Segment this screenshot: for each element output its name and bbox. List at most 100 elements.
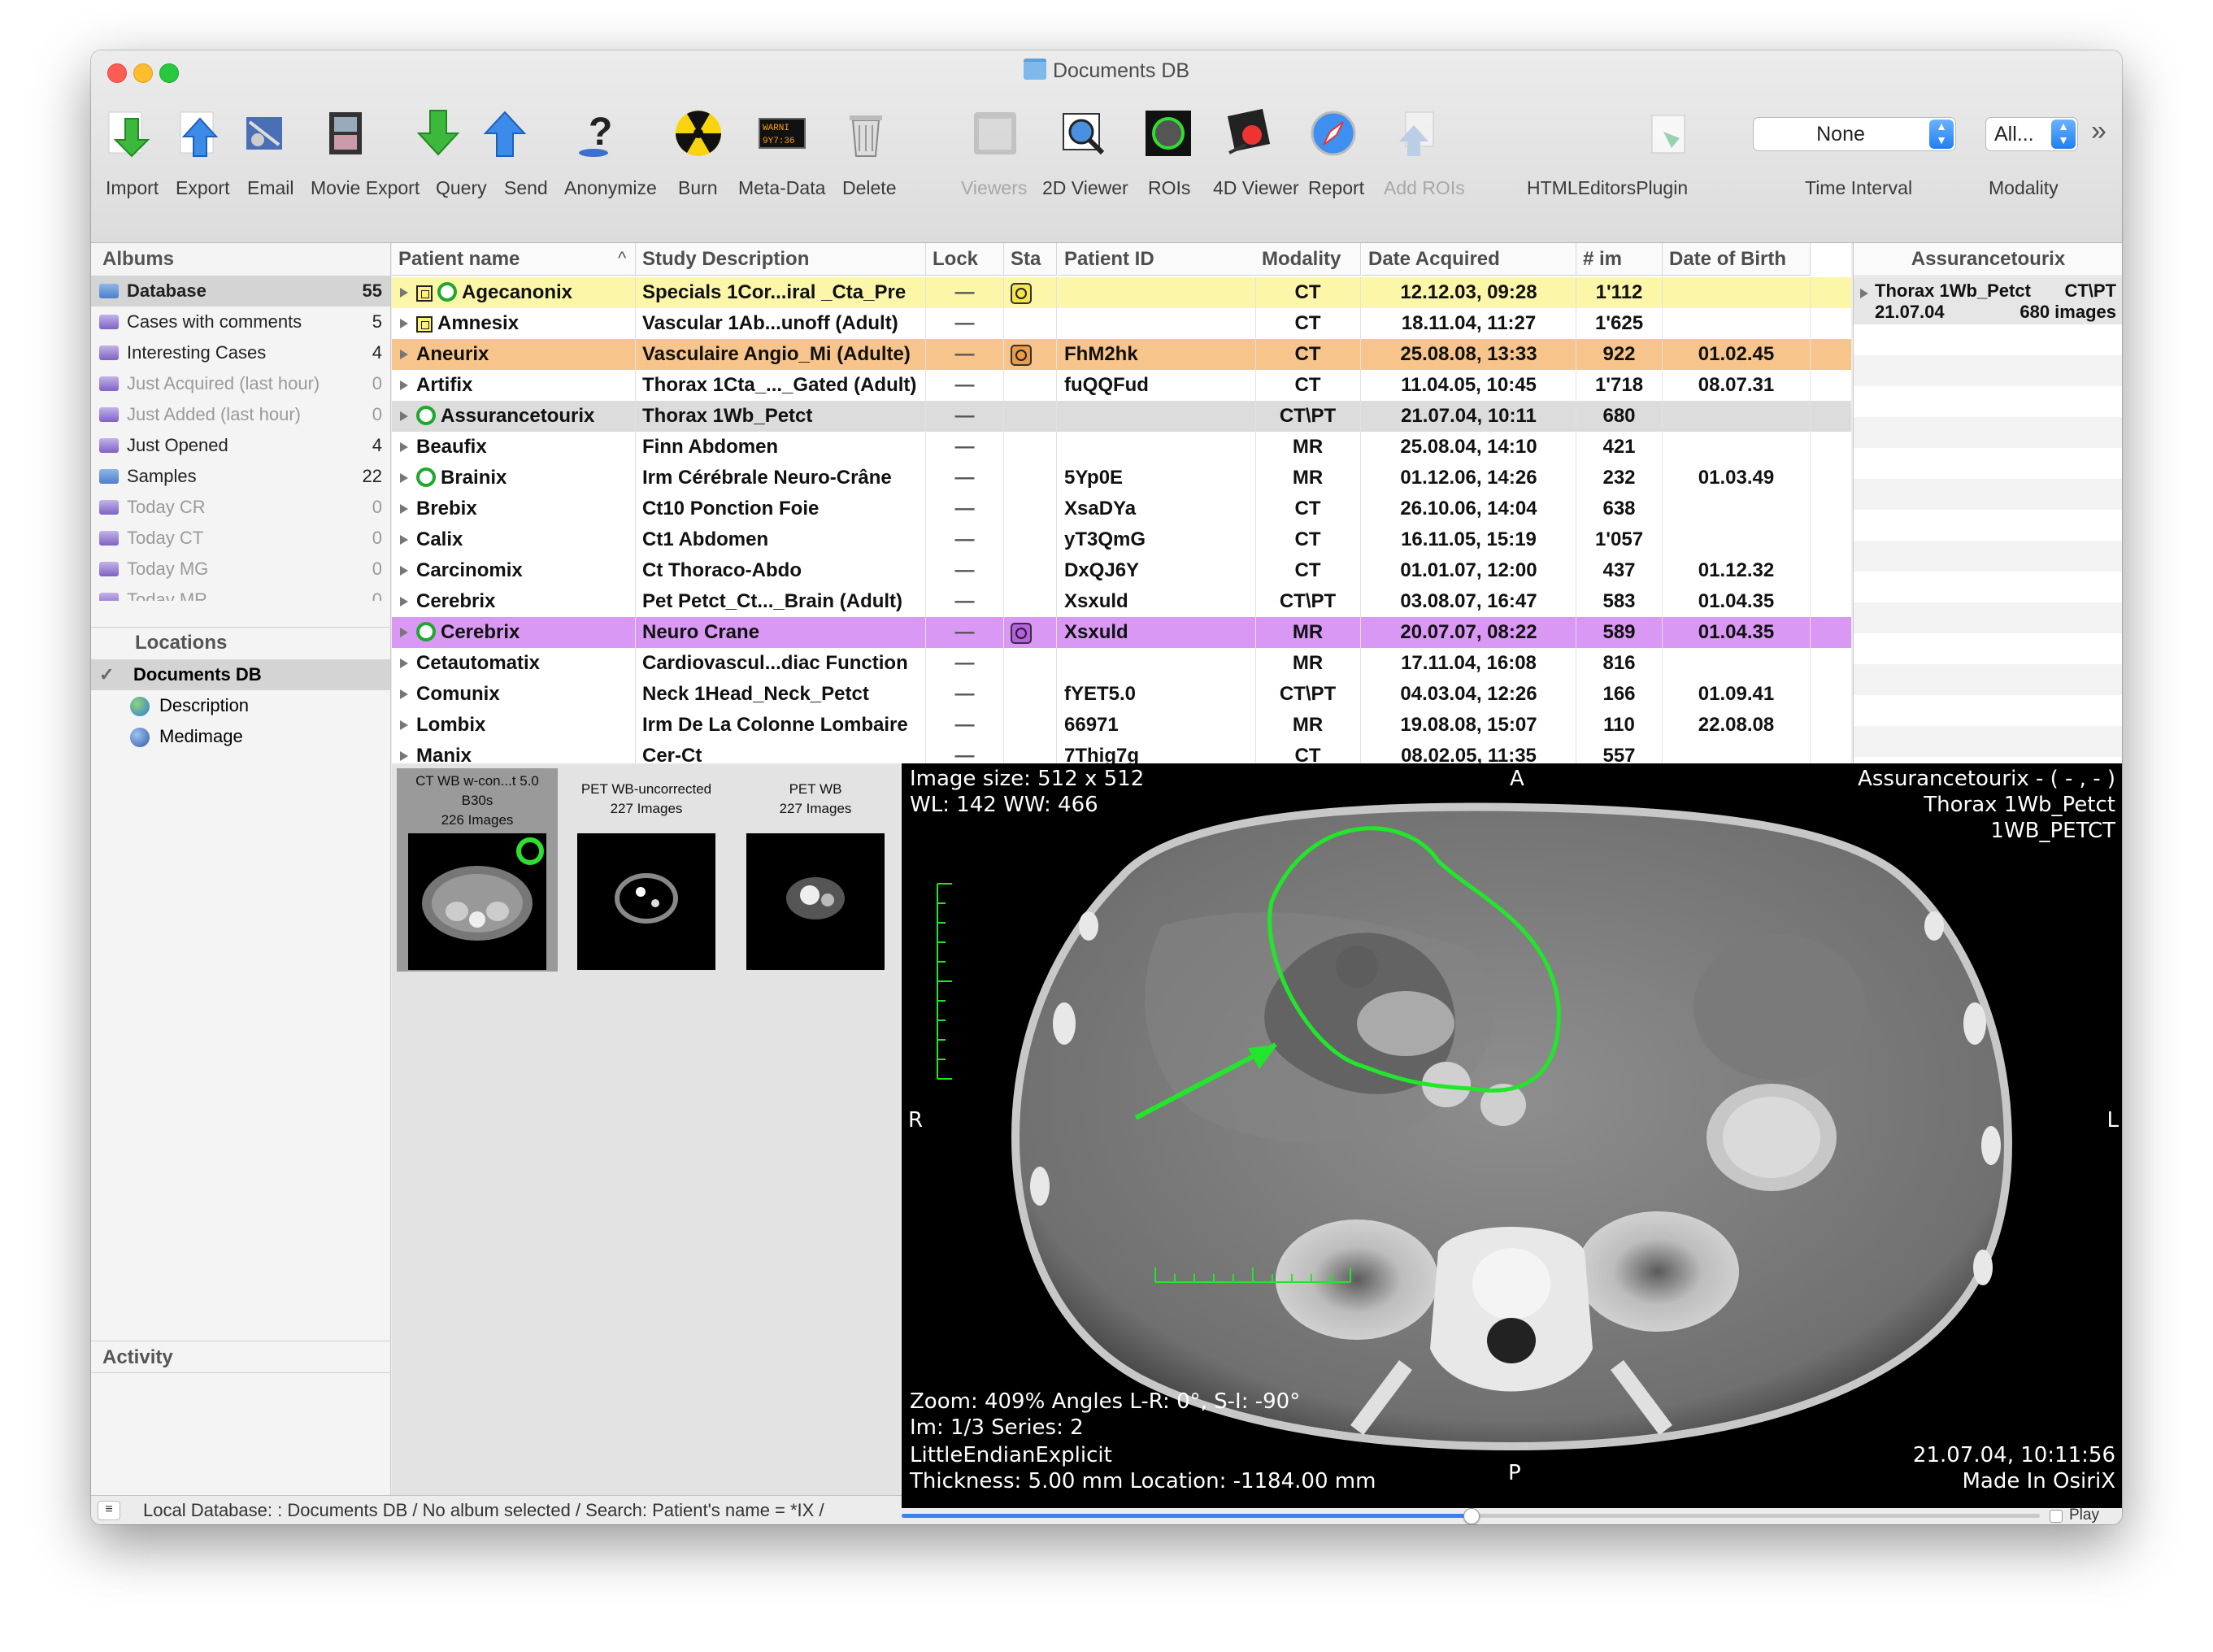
- column-header[interactable]: Study Description: [636, 243, 926, 276]
- table-row[interactable]: Amnesix Vascular 1Ab...unoff (Adult) — CT 18…: [392, 308, 1851, 339]
- status-color-icon[interactable]: [1011, 623, 1032, 644]
- toolbar-html-editors-plugin[interactable]: [1579, 101, 1758, 223]
- disclosure-triangle-icon[interactable]: [400, 442, 408, 452]
- toolbar-send[interactable]: [476, 101, 533, 223]
- table-row[interactable]: Cetautomatix Cardiovascul...diac Function…: [392, 648, 1851, 679]
- disclosure-triangle-icon[interactable]: [400, 720, 408, 730]
- play-checkbox[interactable]: [2050, 1510, 2063, 1523]
- table-row[interactable]: Manix Cer-Ct — 7Thig7g CT 08.02.05, 11:35 557: [392, 741, 1851, 763]
- disclosure-triangle-icon[interactable]: [400, 628, 408, 637]
- cell-pid: [1058, 432, 1256, 463]
- movie-export-icon: [329, 112, 362, 154]
- table-row[interactable]: Cerebrix Neuro Crane — Xsxuld MR 20.07.07, 08…: [392, 617, 1851, 648]
- disclosure-triangle-icon[interactable]: [1860, 289, 1868, 298]
- album-item[interactable]: Database 55: [91, 276, 390, 306]
- album-item[interactable]: Cases with comments 5: [91, 306, 390, 337]
- slider-knob[interactable]: [1463, 1508, 1480, 1524]
- series-item[interactable]: Thorax 1Wb_Petct CT\PT 21.07.04 680 imag…: [1854, 277, 2122, 324]
- cell-dob: 22.08.08: [1663, 710, 1811, 741]
- column-header[interactable]: Sta: [1004, 243, 1057, 276]
- toolbar-report[interactable]: [1301, 101, 1366, 223]
- table-row[interactable]: Cerebrix Pet Petct_Ct..._Brain (Adult) — Xs…: [392, 586, 1851, 617]
- panel-stripes: [1854, 324, 2122, 763]
- table-row[interactable]: Aneurix Vasculaire Angio_Mi (Adulte) — FhM2…: [392, 339, 1851, 370]
- toolbar-export[interactable]: [163, 101, 228, 223]
- menu-icon[interactable]: ≡: [98, 1501, 120, 1520]
- disclosure-triangle-icon[interactable]: [400, 380, 408, 390]
- column-header[interactable]: Modality: [1255, 243, 1361, 276]
- toolbar-overflow-button[interactable]: »: [2091, 115, 2106, 147]
- disclosure-triangle-icon[interactable]: [400, 566, 408, 576]
- disclosure-triangle-icon[interactable]: [400, 689, 408, 699]
- column-header[interactable]: Patient ID: [1058, 243, 1256, 276]
- location-description[interactable]: Description: [91, 690, 390, 721]
- column-header[interactable]: Lock: [926, 243, 1004, 276]
- album-item[interactable]: Just Added (last hour) 0: [91, 399, 390, 430]
- table-row[interactable]: Calix Ct1 Abdomen — yT3QmG CT 16.11.05, 15:19…: [392, 524, 1851, 555]
- disclosure-triangle-icon[interactable]: [400, 535, 408, 545]
- table-row[interactable]: Carcinomix Ct Thoraco-Abdo — DxQJ6Y CT 01.01.…: [392, 555, 1851, 586]
- album-icon: [99, 346, 119, 360]
- cell-date: 25.08.08, 13:33: [1362, 339, 1576, 370]
- column-header[interactable]: Patient name: [392, 243, 636, 276]
- disclosure-triangle-icon[interactable]: [400, 350, 408, 359]
- disclosure-triangle-icon[interactable]: [400, 504, 408, 514]
- toolbar-4d-viewer[interactable]: [1208, 101, 1289, 223]
- disclosure-triangle-icon[interactable]: [400, 659, 408, 668]
- slice-slider[interactable]: Play: [902, 1506, 2122, 1524]
- location-medimage[interactable]: Medimage: [91, 721, 390, 752]
- thumbnail-pet[interactable]: PET WB 227 Images: [735, 768, 896, 972]
- status-color-icon[interactable]: [1011, 283, 1032, 304]
- toolbar-delete[interactable]: [837, 101, 894, 223]
- modality-popup[interactable]: All... ▲ ▼: [1985, 117, 2078, 151]
- location-documents-db[interactable]: ✓ Documents DB: [91, 659, 390, 690]
- time-interval-popup[interactable]: None ▲ ▼: [1753, 117, 1956, 151]
- thumbnail-ct[interactable]: CT WB w-con...t 5.0 B30s 226 Images: [397, 768, 558, 972]
- cell-dob: 01.12.32: [1663, 555, 1811, 586]
- toolbar-import[interactable]: [99, 101, 154, 223]
- status-color-icon[interactable]: [1011, 345, 1032, 366]
- disclosure-triangle-icon[interactable]: [400, 319, 408, 328]
- column-header[interactable]: Date Acquired: [1362, 243, 1576, 276]
- album-item[interactable]: Today CR 0: [91, 492, 390, 523]
- disclosure-triangle-icon[interactable]: [400, 288, 408, 298]
- disclosure-triangle-icon[interactable]: [400, 411, 408, 421]
- toolbar-viewers[interactable]: [963, 101, 1028, 223]
- album-item[interactable]: Samples 22: [91, 461, 390, 492]
- table-row[interactable]: Brainix Irm Cérébrale Neuro-Crâne — 5Yp0E MR…: [392, 463, 1851, 493]
- transfer-syntax-label: LittleEndianExplicit: [910, 1443, 1112, 1467]
- toolbar-anonymize[interactable]: ?: [559, 101, 632, 223]
- image-viewer[interactable]: Image size: 512 x 512 WL: 142 WW: 466 As…: [902, 763, 2122, 1508]
- toolbar-2d-viewer[interactable]: [1046, 101, 1120, 223]
- table-row[interactable]: Agecanonix Specials 1Cor...iral _Cta_Pre —…: [392, 277, 1851, 308]
- toolbar-burn[interactable]: [670, 101, 727, 223]
- column-header[interactable]: Date of Birth: [1663, 243, 1811, 276]
- table-row[interactable]: Artifix Thorax 1Cta_..._Gated (Adult) — fuQ…: [392, 370, 1851, 401]
- album-item[interactable]: Today MR 0: [91, 585, 390, 601]
- toolbar-add-rois[interactable]: [1380, 101, 1454, 223]
- table-row[interactable]: Beaufix Finn Abdomen — MR 25.08.04, 14:10 421: [392, 432, 1851, 463]
- table-row[interactable]: Brebix Ct10 Ponction Foie — XsaDYa CT 26.10.0…: [392, 493, 1851, 524]
- thumbnail-pet-uncorrected[interactable]: PET WB-uncorrected 227 Images: [566, 768, 727, 972]
- album-item[interactable]: Today CT 0: [91, 523, 390, 554]
- album-item[interactable]: Just Acquired (last hour) 0: [91, 368, 390, 399]
- album-item[interactable]: Today MG 0: [91, 554, 390, 585]
- table-row[interactable]: Assurancetourix Thorax 1Wb_Petct — CT\PT 21.…: [392, 401, 1851, 432]
- album-item[interactable]: Interesting Cases 4: [91, 337, 390, 368]
- checkbox-icon[interactable]: ✓: [99, 659, 114, 690]
- column-header[interactable]: # im: [1576, 243, 1663, 276]
- disclosure-triangle-icon[interactable]: [400, 751, 408, 761]
- disclosure-triangle-icon[interactable]: [400, 597, 408, 606]
- album-count: 5: [372, 311, 382, 332]
- album-item[interactable]: Just Opened 4: [91, 430, 390, 461]
- disclosure-triangle-icon[interactable]: [400, 473, 408, 483]
- cell-patient-name: Brebix: [392, 493, 636, 524]
- table-row[interactable]: Comunix Neck 1Head_Neck_Petct — fYET5.0 CT\P…: [392, 679, 1851, 710]
- toolbar-meta-data[interactable]: WARNI 9Y7:36: [750, 101, 815, 223]
- toolbar-query[interactable]: [410, 101, 467, 223]
- cell-status: [1004, 679, 1057, 710]
- toolbar-rois[interactable]: [1140, 101, 1197, 223]
- table-row[interactable]: Lombix Irm De La Colonne Lombaire — 66971 MR…: [392, 710, 1851, 741]
- toolbar-movie-export[interactable]: [309, 101, 382, 223]
- toolbar-email[interactable]: [236, 101, 293, 223]
